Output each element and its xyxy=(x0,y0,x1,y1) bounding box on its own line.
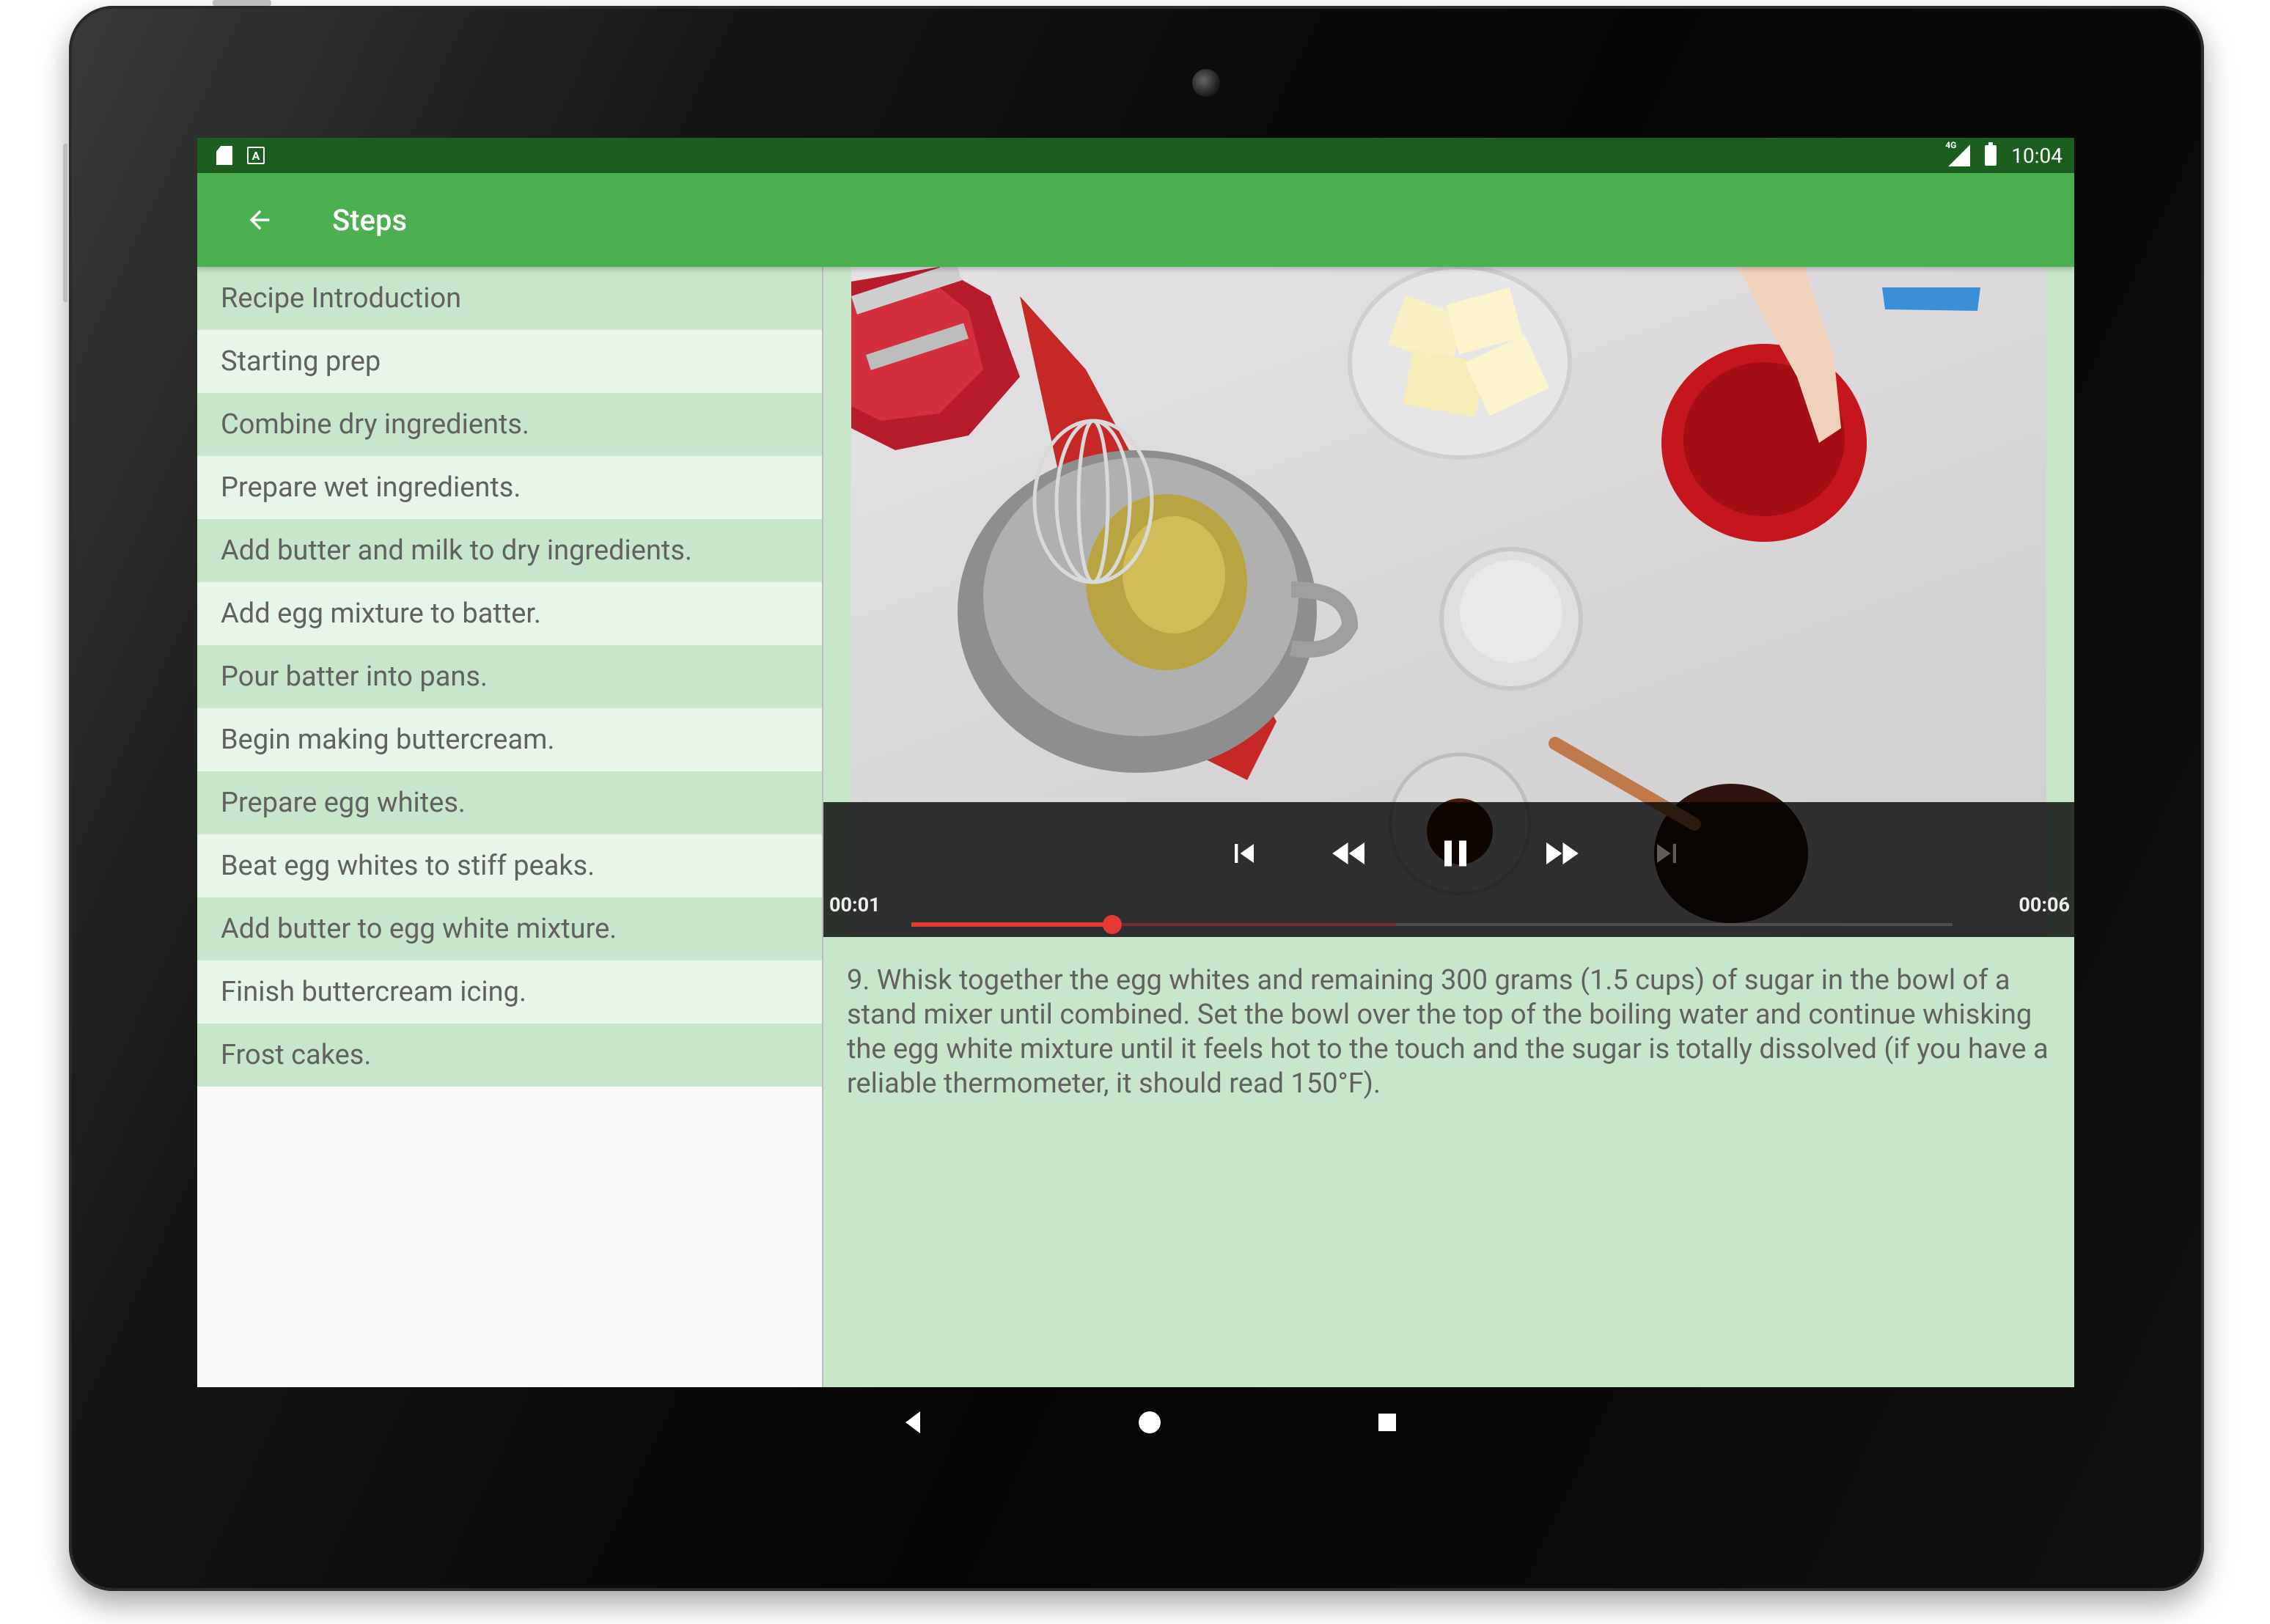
screen: A 4G 10:04 Steps Recipe Introduction Sta… xyxy=(197,138,2074,1387)
seek-bar-thumb xyxy=(1102,915,1122,934)
navigation-bar xyxy=(821,1397,1452,1448)
step-item[interactable]: Finish buttercream icing. xyxy=(197,960,822,1024)
step-item[interactable]: Add egg mixture to batter. xyxy=(197,582,822,645)
nav-back-button[interactable] xyxy=(887,1397,939,1448)
step-item[interactable]: Combine dry ingredients. xyxy=(197,393,822,456)
fast-forward-button[interactable] xyxy=(1532,824,1590,883)
step-item[interactable]: Add butter and milk to dry ingredients. xyxy=(197,519,822,582)
fast-forward-icon xyxy=(1546,842,1579,864)
battery-icon xyxy=(1985,142,1997,166)
step-item[interactable]: Frost cakes. xyxy=(197,1024,822,1087)
sd-card-icon xyxy=(216,146,232,165)
app-bar: Steps xyxy=(197,173,2074,267)
step-item[interactable]: Starting prep xyxy=(197,330,822,393)
step-item[interactable]: Recipe Introduction xyxy=(197,267,822,330)
duration-label: 00:06 xyxy=(2019,893,2070,916)
skip-previous-button[interactable] xyxy=(1215,824,1274,883)
power-button xyxy=(213,0,271,6)
step-item[interactable]: Beat egg whites to stiff peaks. xyxy=(197,834,822,897)
step-detail-pane: 00:01 00:06 9. Whisk together the egg wh… xyxy=(823,267,2074,1387)
front-camera xyxy=(1192,69,1220,97)
pause-icon xyxy=(1444,840,1466,867)
page-title: Steps xyxy=(332,202,408,238)
seek-bar-played xyxy=(911,922,1112,927)
status-bar: A 4G 10:04 xyxy=(197,138,2074,173)
home-circle-icon xyxy=(1139,1411,1161,1433)
network-type-label: 4G xyxy=(1945,140,1957,150)
back-triangle-icon xyxy=(906,1411,920,1433)
step-item[interactable]: Begin making buttercream. xyxy=(197,708,822,771)
clock: 10:04 xyxy=(2011,143,2063,168)
nav-recents-button[interactable] xyxy=(1362,1397,1413,1448)
seek-bar[interactable] xyxy=(911,912,1953,937)
signal-icon: 4G xyxy=(1945,140,1971,166)
rewind-icon xyxy=(1332,842,1364,864)
back-button[interactable] xyxy=(219,180,300,260)
step-item[interactable]: Add butter to egg white mixture. xyxy=(197,897,822,960)
skip-previous-icon xyxy=(1235,844,1254,863)
recents-square-icon xyxy=(1378,1414,1396,1431)
step-item[interactable]: Pour batter into pans. xyxy=(197,645,822,708)
volume-button xyxy=(63,144,67,302)
position-label: 00:01 xyxy=(829,893,881,916)
step-item[interactable]: Prepare egg whites. xyxy=(197,771,822,834)
step-instruction: 9. Whisk together the egg whites and rem… xyxy=(847,964,2049,1100)
skip-next-icon xyxy=(1657,844,1676,863)
nav-home-button[interactable] xyxy=(1124,1397,1175,1448)
skip-next-button[interactable] xyxy=(1637,824,1696,883)
pause-button[interactable] xyxy=(1426,824,1485,883)
step-list: Recipe Introduction Starting prep Combin… xyxy=(197,267,822,1387)
video-player[interactable]: 00:01 00:06 xyxy=(823,267,2074,937)
a-notification-icon: A xyxy=(247,147,265,164)
rewind-button[interactable] xyxy=(1321,824,1379,883)
arrow-left-icon xyxy=(249,210,270,230)
step-item[interactable]: Prepare wet ingredients. xyxy=(197,456,822,519)
